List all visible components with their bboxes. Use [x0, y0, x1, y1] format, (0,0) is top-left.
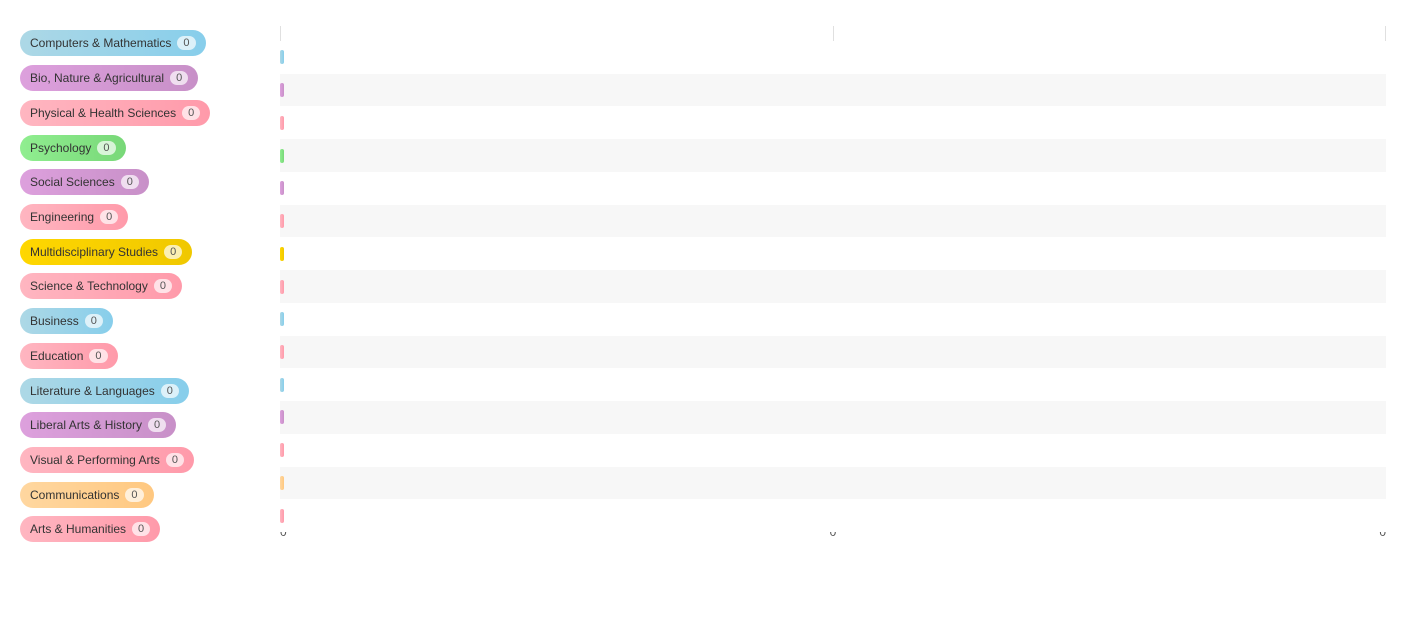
bar-0	[280, 50, 284, 64]
bar-value-13: 0	[125, 488, 143, 502]
plot-bar-row-13	[280, 467, 1386, 500]
bar-label-text-14: Arts & Humanities	[30, 522, 126, 536]
bar-label-row-7: Science & Technology 0	[20, 269, 276, 303]
bar-6	[280, 247, 284, 261]
bar-value-8: 0	[85, 314, 103, 328]
bar-value-14: 0	[132, 522, 150, 536]
bar-label-row-8: Business 0	[20, 304, 276, 338]
bar-label-row-9: Education 0	[20, 339, 276, 373]
bar-label-text-8: Business	[30, 314, 79, 328]
bar-label-pill-14: Arts & Humanities 0	[20, 516, 160, 542]
bar-label-pill-9: Education 0	[20, 343, 118, 369]
plot-bar-row-11	[280, 401, 1386, 434]
plot-bar-row-6	[280, 237, 1386, 270]
bar-10	[280, 378, 284, 392]
bar-label-row-5: Engineering 0	[20, 200, 276, 234]
bar-8	[280, 312, 284, 326]
bar-label-row-11: Liberal Arts & History 0	[20, 408, 276, 442]
bar-label-text-10: Literature & Languages	[30, 384, 155, 398]
plot-bar-row-14	[280, 499, 1386, 532]
plot-bar-row-1	[280, 74, 1386, 107]
bar-label-pill-8: Business 0	[20, 308, 113, 334]
plot-bar-row-7	[280, 270, 1386, 303]
bar-label-pill-0: Computers & Mathematics 0	[20, 30, 206, 56]
bar-label-pill-11: Liberal Arts & History 0	[20, 412, 176, 438]
bar-label-text-13: Communications	[30, 488, 119, 502]
bar-label-text-9: Education	[30, 349, 83, 363]
bar-value-3: 0	[97, 141, 115, 155]
bar-label-text-7: Science & Technology	[30, 279, 148, 293]
bar-label-row-12: Visual & Performing Arts 0	[20, 443, 276, 477]
bar-label-row-0: Computers & Mathematics 0	[20, 26, 276, 60]
bar-9	[280, 345, 284, 359]
bar-label-text-6: Multidisciplinary Studies	[30, 245, 158, 259]
bar-label-row-2: Physical & Health Sciences 0	[20, 96, 276, 130]
bar-14	[280, 509, 284, 523]
bar-label-text-3: Psychology	[30, 141, 91, 155]
bar-label-text-12: Visual & Performing Arts	[30, 453, 160, 467]
bar-5	[280, 214, 284, 228]
bar-label-row-13: Communications 0	[20, 478, 276, 512]
plot-bar-row-10	[280, 368, 1386, 401]
bar-label-row-3: Psychology 0	[20, 131, 276, 165]
bar-label-row-6: Multidisciplinary Studies 0	[20, 235, 276, 269]
bar-label-text-5: Engineering	[30, 210, 94, 224]
bar-label-pill-1: Bio, Nature & Agricultural 0	[20, 65, 198, 91]
bar-label-text-1: Bio, Nature & Agricultural	[30, 71, 164, 85]
bar-value-6: 0	[164, 245, 182, 259]
bar-value-9: 0	[89, 349, 107, 363]
bar-label-text-0: Computers & Mathematics	[30, 36, 171, 50]
bar-label-pill-7: Science & Technology 0	[20, 273, 182, 299]
bar-label-pill-3: Psychology 0	[20, 135, 126, 161]
bar-label-pill-10: Literature & Languages 0	[20, 378, 189, 404]
bar-label-pill-2: Physical & Health Sciences 0	[20, 100, 210, 126]
plot-bar-row-4	[280, 172, 1386, 205]
bar-value-0: 0	[177, 36, 195, 50]
bar-label-row-10: Literature & Languages 0	[20, 374, 276, 408]
bar-value-4: 0	[121, 175, 139, 189]
bar-3	[280, 149, 284, 163]
bar-2	[280, 116, 284, 130]
plot-bar-row-9	[280, 336, 1386, 369]
y-axis-labels: Computers & Mathematics0Bio, Nature & Ag…	[20, 26, 280, 547]
plot-area: 000	[280, 26, 1386, 547]
plot-bar-row-0	[280, 41, 1386, 74]
bar-label-row-14: Arts & Humanities 0	[20, 512, 276, 546]
bar-label-pill-13: Communications 0	[20, 482, 154, 508]
bar-value-10: 0	[161, 384, 179, 398]
bar-label-text-2: Physical & Health Sciences	[30, 106, 176, 120]
bar-label-pill-12: Visual & Performing Arts 0	[20, 447, 194, 473]
plot-bar-row-8	[280, 303, 1386, 336]
bar-label-pill-5: Engineering 0	[20, 204, 128, 230]
bar-4	[280, 181, 284, 195]
bar-value-2: 0	[182, 106, 200, 120]
bar-label-pill-6: Multidisciplinary Studies 0	[20, 239, 192, 265]
bar-value-11: 0	[148, 418, 166, 432]
bar-label-pill-4: Social Sciences 0	[20, 169, 149, 195]
bar-13	[280, 476, 284, 490]
bar-11	[280, 410, 284, 424]
chart-container: Computers & Mathematics0Bio, Nature & Ag…	[0, 0, 1406, 631]
plot-bar-row-2	[280, 106, 1386, 139]
chart-area: Computers & Mathematics0Bio, Nature & Ag…	[20, 26, 1386, 547]
bar-value-1: 0	[170, 71, 188, 85]
bar-7	[280, 280, 284, 294]
bar-12	[280, 443, 284, 457]
bar-label-text-4: Social Sciences	[30, 175, 115, 189]
plot-bar-row-12	[280, 434, 1386, 467]
bar-1	[280, 83, 284, 97]
bar-label-row-1: Bio, Nature & Agricultural 0	[20, 61, 276, 95]
plot-bar-row-3	[280, 139, 1386, 172]
bar-value-12: 0	[166, 453, 184, 467]
plot-bar-row-5	[280, 205, 1386, 238]
bar-label-row-4: Social Sciences 0	[20, 165, 276, 199]
bar-label-text-11: Liberal Arts & History	[30, 418, 142, 432]
bar-value-5: 0	[100, 210, 118, 224]
bar-value-7: 0	[154, 279, 172, 293]
